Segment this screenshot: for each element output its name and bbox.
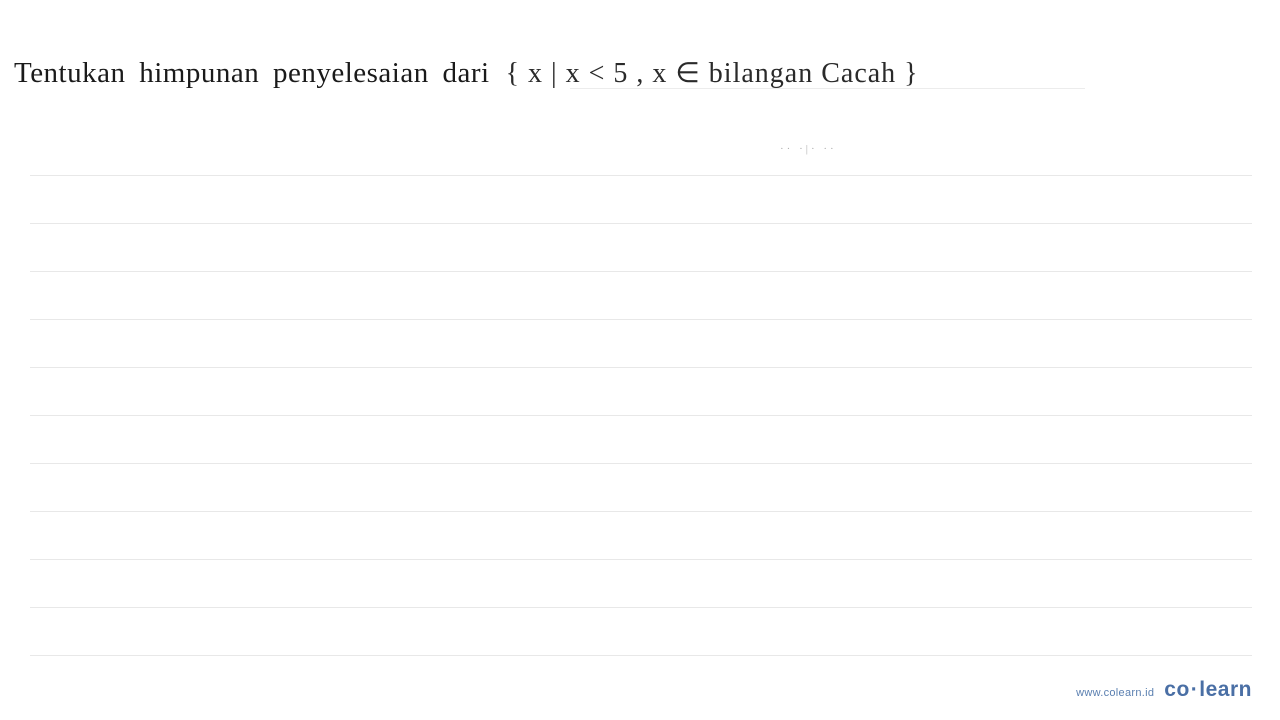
brand-dot-icon: · bbox=[1190, 678, 1200, 701]
ruled-line bbox=[30, 368, 1252, 416]
ruled-line bbox=[30, 320, 1252, 368]
question-printed-text: Tentukan himpunan penyelesaian dari bbox=[14, 57, 490, 90]
footer-url: www.colearn.id bbox=[1076, 687, 1154, 699]
brand-part-co: co bbox=[1164, 678, 1190, 701]
handwriting-underline bbox=[570, 88, 1085, 89]
footer-brand: co·learn bbox=[1164, 678, 1252, 702]
ruled-line bbox=[30, 416, 1252, 464]
footer: www.colearn.id co·learn bbox=[1076, 678, 1252, 702]
ruled-line bbox=[30, 224, 1252, 272]
question-row: Tentukan himpunan penyelesaian dari { x … bbox=[14, 56, 919, 90]
ruled-line bbox=[30, 464, 1252, 512]
ruled-lines-area bbox=[30, 128, 1252, 690]
ruled-line bbox=[30, 512, 1252, 560]
ruled-line bbox=[30, 608, 1252, 656]
ruled-line bbox=[30, 560, 1252, 608]
worksheet-page: Tentukan himpunan penyelesaian dari { x … bbox=[0, 0, 1280, 720]
brand-part-learn: learn bbox=[1199, 678, 1252, 701]
ruled-line bbox=[30, 176, 1252, 224]
ruled-line bbox=[30, 272, 1252, 320]
question-handwritten-text: { x | x < 5 , x ∈ bilangan Cacah } bbox=[506, 56, 919, 90]
ruled-line bbox=[30, 128, 1252, 176]
